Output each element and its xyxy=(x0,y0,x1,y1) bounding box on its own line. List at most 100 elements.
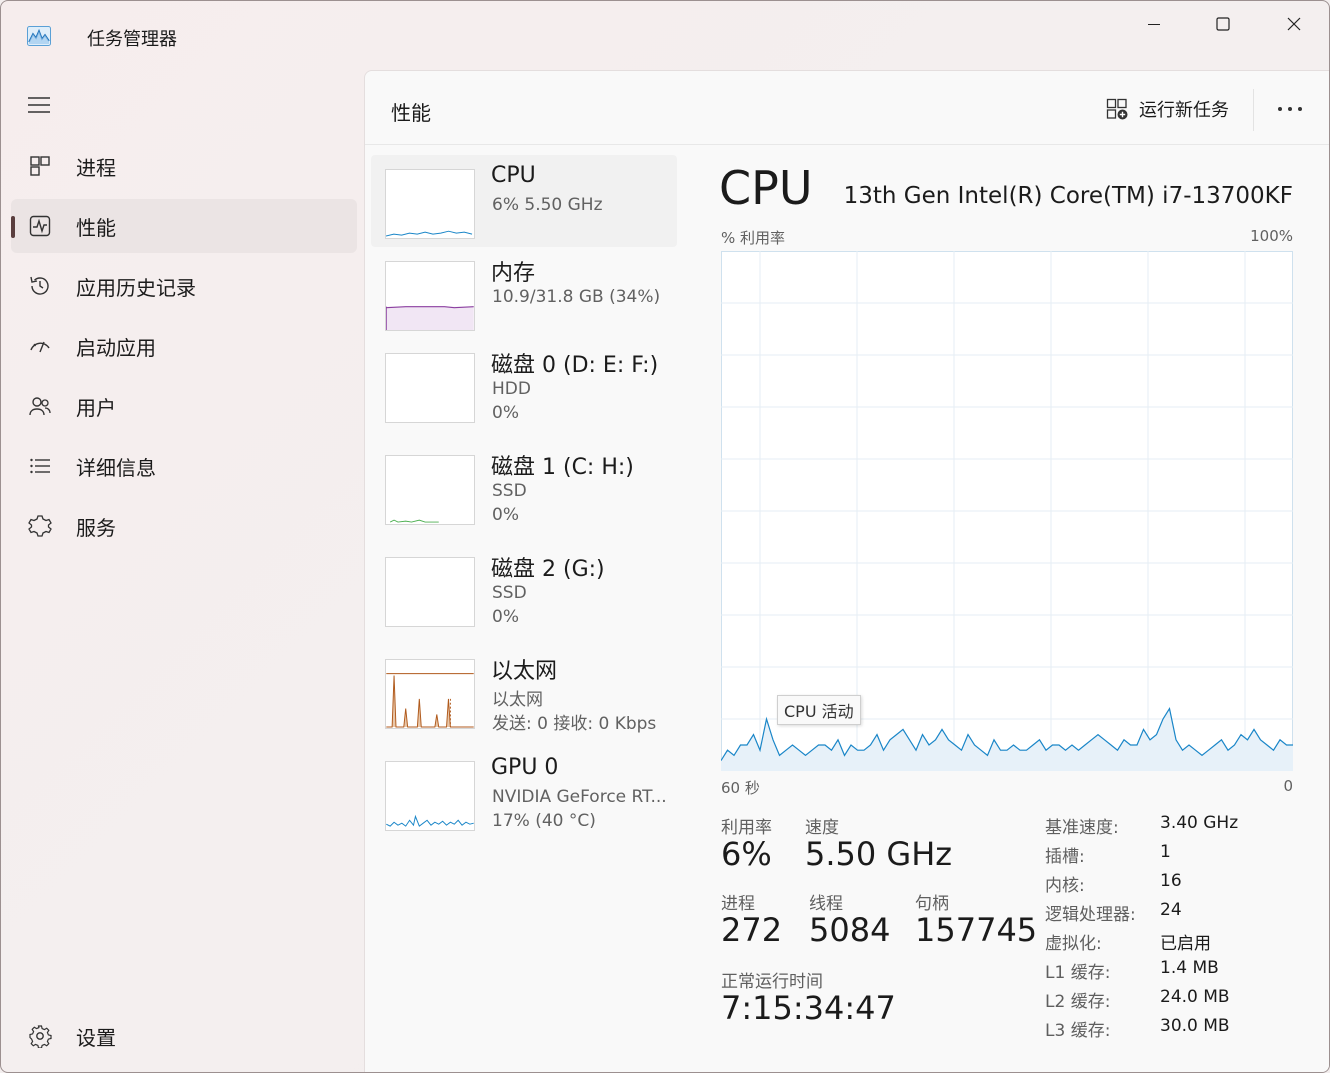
sidebar-item-label: 进程 xyxy=(76,155,116,180)
speed-value: 5.50 GHz xyxy=(805,835,953,873)
device-type: HDD xyxy=(492,379,531,399)
memory-thumbnail-graph xyxy=(385,261,475,331)
spec-value: 30.0 MB xyxy=(1160,1016,1230,1036)
spec-value: 24 xyxy=(1160,900,1182,920)
sidebar-item-label: 性能 xyxy=(76,215,116,240)
gpu-thumbnail-graph xyxy=(385,761,475,831)
ethernet-thumbnail-graph xyxy=(385,659,475,729)
sidebar-item-label: 启动应用 xyxy=(76,335,156,360)
close-button[interactable] xyxy=(1259,1,1329,47)
device-name: 以太网 xyxy=(491,659,558,684)
selection-indicator xyxy=(11,216,15,238)
hamburger-menu-icon[interactable] xyxy=(27,95,51,115)
processes-icon xyxy=(30,156,50,176)
main-header: 性能 运行新任务 xyxy=(365,71,1329,145)
device-type: SSD xyxy=(492,583,527,603)
spec-label: L2 缓存: xyxy=(1045,992,1111,1012)
maximize-icon xyxy=(1216,17,1230,31)
maximize-button[interactable] xyxy=(1188,1,1258,47)
device-name: 磁盘 0 (D: E: F:) xyxy=(491,353,659,378)
run-new-task-button[interactable]: 运行新任务 xyxy=(1105,95,1229,123)
device-name: 磁盘 2 (G:) xyxy=(491,557,605,582)
spec-value: 3.40 GHz xyxy=(1160,813,1239,833)
task-manager-icon xyxy=(27,26,51,46)
device-model: NVIDIA GeForce RT... xyxy=(492,787,667,807)
settings-label: 设置 xyxy=(76,1025,116,1050)
spec-value: 1 xyxy=(1160,842,1171,862)
task-manager-window: 任务管理器 进程 性能 应用历史记录 启动应用 用户 详细信息 服务 设置 性能… xyxy=(0,0,1330,1073)
disk2-thumbnail-graph xyxy=(385,557,475,627)
spec-label: L1 缓存: xyxy=(1045,963,1111,983)
device-item-cpu[interactable]: CPU 6% 5.50 GHz xyxy=(371,155,677,247)
sidebar-item-details[interactable]: 详细信息 xyxy=(11,439,357,493)
sidebar: 进程 性能 应用历史记录 启动应用 用户 详细信息 服务 设置 xyxy=(1,69,363,1072)
more-options-button[interactable] xyxy=(1275,95,1305,123)
device-item-disk2[interactable]: 磁盘 2 (G:) SSD 0% xyxy=(371,543,677,635)
device-name: CPU xyxy=(491,163,536,188)
sidebar-item-startup-apps[interactable]: 启动应用 xyxy=(11,319,357,373)
device-item-gpu0[interactable]: GPU 0 NVIDIA GeForce RT... 17% (40 °C) xyxy=(371,747,677,839)
new-task-icon xyxy=(1106,98,1128,120)
cpu-activity-tooltip: CPU 活动 xyxy=(777,695,861,725)
device-name: 磁盘 1 (C: H:) xyxy=(491,455,634,480)
spec-value: 已启用 xyxy=(1160,934,1211,954)
sidebar-item-settings[interactable]: 设置 xyxy=(11,1009,357,1063)
spec-label: L3 缓存: xyxy=(1045,1021,1111,1041)
sidebar-item-app-history[interactable]: 应用历史记录 xyxy=(11,259,357,313)
cpu-thumbnail-graph xyxy=(385,169,475,239)
utilization-value: 6% xyxy=(721,835,772,873)
app-title: 任务管理器 xyxy=(87,29,177,50)
spec-label: 插槽: xyxy=(1045,847,1085,867)
cpu-detail-panel: CPU 13th Gen Intel(R) Core(TM) i7-13700K… xyxy=(719,155,1299,1055)
spec-value: 24.0 MB xyxy=(1160,987,1230,1007)
details-icon xyxy=(30,458,50,474)
axis-label-max: 100% xyxy=(1250,227,1293,245)
uptime-value: 7:15:34:47 xyxy=(721,989,896,1027)
minimize-button[interactable] xyxy=(1119,1,1189,47)
sidebar-item-processes[interactable]: 进程 xyxy=(11,139,357,193)
minimize-icon xyxy=(1148,24,1160,25)
sidebar-item-performance[interactable]: 性能 xyxy=(11,199,357,253)
spec-value: 16 xyxy=(1160,871,1182,891)
device-item-memory[interactable]: 内存 10.9/31.8 GB (34%) xyxy=(371,247,677,339)
axis-label-zero: 0 xyxy=(1283,777,1293,795)
header-divider xyxy=(1253,89,1254,131)
disk0-thumbnail-graph xyxy=(385,353,475,423)
run-new-task-label: 运行新任务 xyxy=(1139,100,1229,121)
handles-value: 157745 xyxy=(915,911,1038,949)
sidebar-item-label: 用户 xyxy=(76,395,116,420)
device-type: SSD xyxy=(492,481,527,501)
close-icon xyxy=(1287,17,1301,31)
spec-label: 逻辑处理器: xyxy=(1045,905,1136,925)
history-icon xyxy=(30,276,49,295)
sidebar-item-users[interactable]: 用户 xyxy=(11,379,357,433)
device-name: 内存 xyxy=(491,261,536,286)
spec-label: 虚拟化: xyxy=(1045,934,1102,954)
startup-icon xyxy=(30,341,50,353)
sidebar-item-label: 服务 xyxy=(76,515,116,540)
device-item-ethernet[interactable]: 以太网 以太网 发送: 0 接收: 0 Kbps xyxy=(371,645,677,737)
device-stat: 0% xyxy=(492,403,519,423)
device-stat: 17% (40 °C) xyxy=(492,811,596,831)
device-stat: 10.9/31.8 GB (34%) xyxy=(492,287,661,307)
detail-title: CPU xyxy=(719,161,813,215)
device-stat: 0% xyxy=(492,505,519,525)
sidebar-item-services[interactable]: 服务 xyxy=(11,499,357,553)
device-item-disk0[interactable]: 磁盘 0 (D: E: F:) HDD 0% xyxy=(371,339,677,431)
spec-value: 1.4 MB xyxy=(1160,958,1219,978)
cpu-model-name: 13th Gen Intel(R) Core(TM) i7-13700KF xyxy=(843,183,1293,209)
device-item-disk1[interactable]: 磁盘 1 (C: H:) SSD 0% xyxy=(371,441,677,533)
sidebar-item-label: 应用历史记录 xyxy=(76,275,196,300)
cpu-utilization-graph xyxy=(721,251,1293,771)
device-stat: 0% xyxy=(492,607,519,627)
page-title: 性能 xyxy=(391,101,431,125)
device-stat: 6% 5.50 GHz xyxy=(492,195,603,215)
users-icon xyxy=(29,397,51,416)
services-icon xyxy=(28,515,52,537)
disk1-thumbnail-graph xyxy=(385,455,475,525)
spec-label: 基准速度: xyxy=(1045,818,1119,838)
axis-label-utilization: % 利用率 xyxy=(721,229,786,247)
main-panel: 性能 运行新任务 CPU 6% 5.50 GHz 内存 10.9/31.8 GB… xyxy=(364,70,1329,1072)
device-stat: 发送: 0 接收: 0 Kbps xyxy=(492,714,657,734)
device-name: GPU 0 xyxy=(491,755,559,780)
